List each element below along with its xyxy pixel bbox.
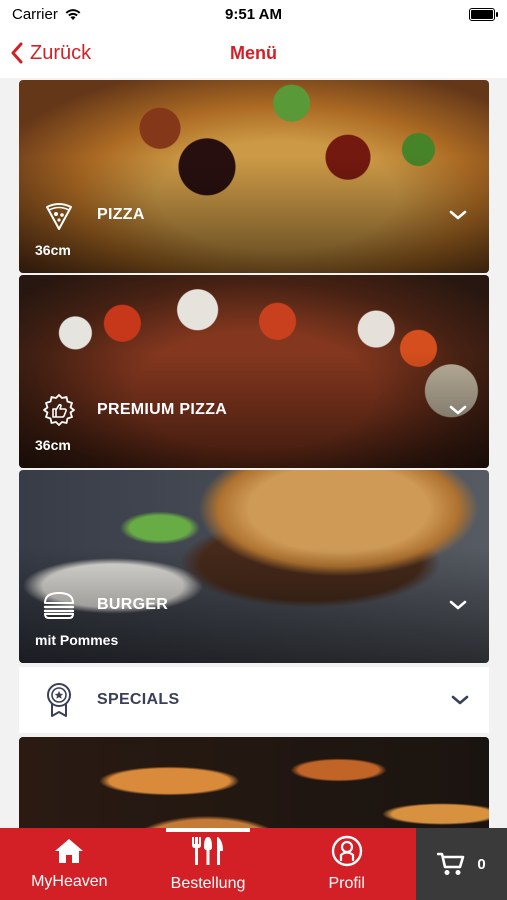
category-row-specials[interactable]: SPECIALS [19,667,489,733]
battery-icon [469,7,498,21]
tab-label: Bestellung [170,875,246,892]
nav-bar: Zurück Menü [0,28,507,78]
home-icon [55,839,84,863]
chevron-left-icon [11,42,23,64]
category-title: PIZZA [97,206,145,223]
category-title: PREMIUM PIZZA [97,401,228,418]
chevron-down-icon[interactable] [447,594,469,616]
tab-label: MyHeaven [31,873,108,890]
tab-profil[interactable]: Profil [277,828,416,900]
category-card-pizza[interactable]: PIZZA 36cm [19,80,489,273]
menu-list[interactable]: PIZZA 36cm PREMIUM PIZZA 36cm BURGER mit… [0,78,507,828]
back-label: Zurück [30,41,92,64]
cutlery-icon [192,837,223,865]
chevron-down-icon[interactable] [449,689,471,711]
tab-myheaven[interactable]: MyHeaven [0,828,139,900]
category-subtitle: 36cm [35,242,71,258]
active-tab-indicator [165,828,251,832]
status-left: Carrier [12,6,82,23]
category-subtitle: mit Pommes [35,632,119,648]
tab-bar: MyHeaven Bestellung Profil 0 [0,828,507,900]
category-title: SPECIALS [97,691,180,708]
category-card-next[interactable] [19,737,489,828]
wifi-icon [65,8,81,20]
chicken-photo [19,737,489,828]
tab-bestellung[interactable]: Bestellung [139,828,278,900]
tab-group: MyHeaven Bestellung Profil [0,828,416,900]
category-subtitle: 36cm [35,437,71,453]
award-ribbon-icon [41,683,77,717]
burger-icon [41,588,77,622]
category-title: BURGER [97,596,169,613]
shopping-cart-icon [437,852,465,875]
category-card-premium-pizza[interactable]: PREMIUM PIZZA 36cm [19,275,489,468]
category-card-burger[interactable]: BURGER mit Pommes [19,470,489,663]
cart-count: 0 [477,855,486,873]
chevron-down-icon[interactable] [447,204,469,226]
cart-button[interactable]: 0 [416,828,507,900]
tab-label: Profil [328,875,365,892]
back-button[interactable]: Zurück [0,42,91,65]
status-bar: Carrier 9:51 AM [0,0,507,28]
profile-icon [331,835,362,867]
premium-badge-icon [41,393,77,427]
chevron-down-icon[interactable] [447,399,469,421]
pizza-slice-icon [41,198,77,232]
carrier-label: Carrier [12,5,58,23]
